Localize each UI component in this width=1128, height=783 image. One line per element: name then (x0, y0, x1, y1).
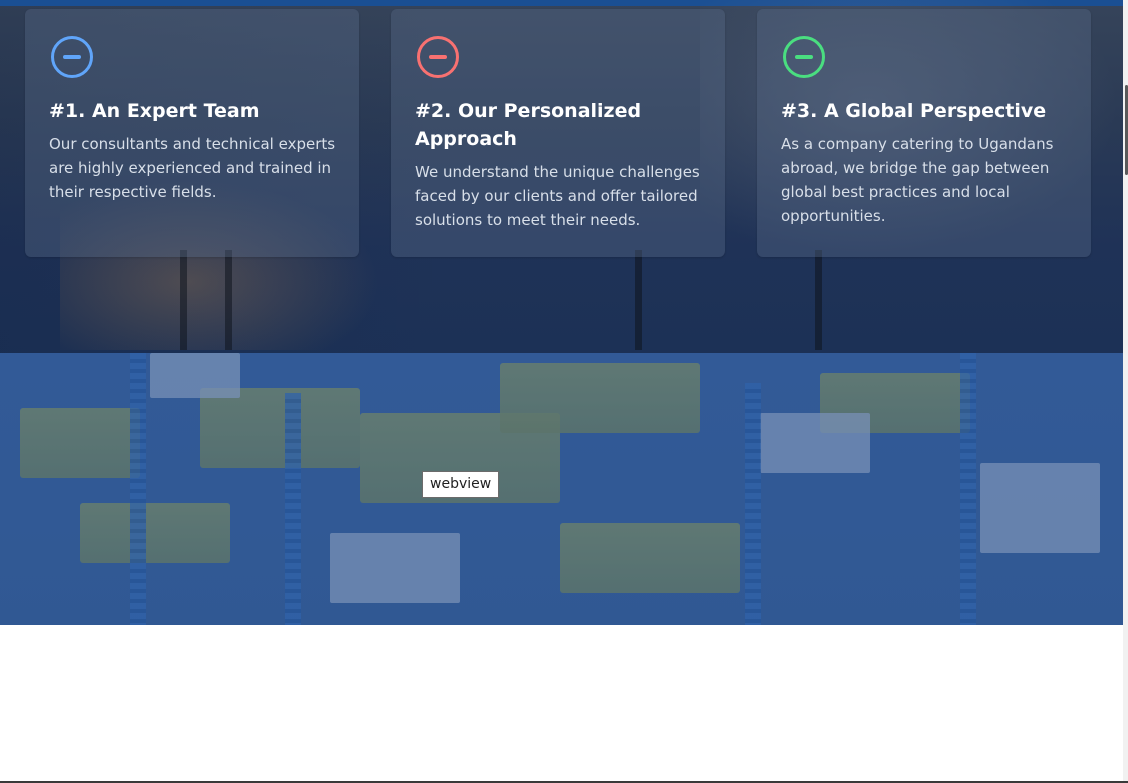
feature-card-title: #2. Our Personalized Approach (415, 100, 642, 150)
features-section: #1. An Expert Team Our consultants and t… (0, 0, 1123, 353)
minus-circle-icon (783, 36, 825, 78)
background-photo-detail (635, 250, 642, 350)
background-photo-detail (180, 250, 187, 350)
feature-card-title: #3. A Global Perspective (781, 100, 1047, 122)
feature-card-global-perspective: #3. A Global Perspective As a company ca… (757, 9, 1091, 257)
minus-circle-icon (417, 36, 459, 78)
feature-card-personalized-approach: #2. Our Personalized Approach We underst… (391, 9, 725, 257)
background-photo-detail (225, 250, 232, 350)
feature-card-text: As a company catering to Ugandans abroad… (781, 135, 1054, 225)
minus-circle-icon (51, 36, 93, 78)
warehouse-overlay (0, 353, 1123, 625)
warehouse-banner (0, 353, 1123, 625)
feature-card-title: #1. An Expert Team (49, 100, 260, 122)
page: #1. An Expert Team Our consultants and t… (0, 0, 1128, 783)
webview-tooltip: webview (422, 471, 500, 498)
feature-card-text: We understand the unique challenges face… (415, 163, 700, 229)
background-photo-detail (815, 250, 822, 350)
feature-card-expert-team: #1. An Expert Team Our consultants and t… (25, 9, 359, 257)
feature-card-text: Our consultants and technical experts ar… (49, 135, 336, 201)
